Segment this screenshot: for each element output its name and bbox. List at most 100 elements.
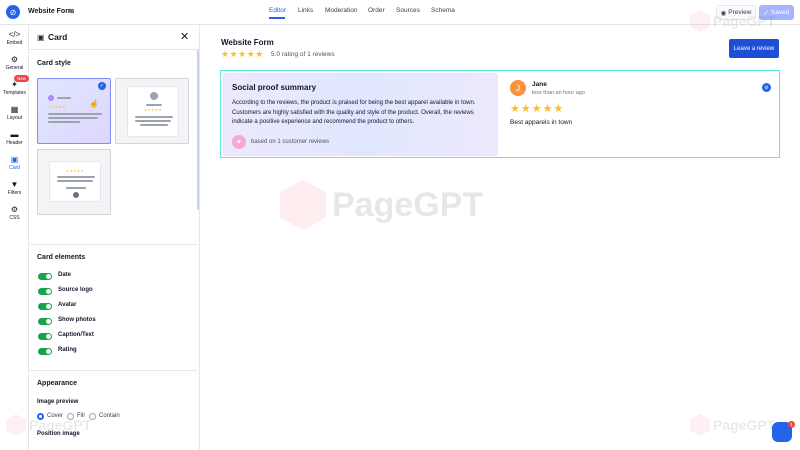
rail-item-card[interactable]: ▣ Card — [0, 155, 29, 171]
mini-line — [48, 113, 102, 115]
radio-label: Contain — [99, 413, 120, 419]
card-icon: ▣ — [37, 33, 45, 42]
toggle-switch[interactable] — [38, 288, 52, 295]
code-icon: </> — [8, 30, 21, 39]
chat-badge: 1 — [788, 421, 795, 428]
toggle-label: Date — [58, 272, 72, 278]
review-stars-icon: ★★★★★ — [510, 103, 565, 115]
rail-item-templates[interactable]: ✦ Templates — [0, 80, 29, 96]
toggle-rating[interactable]: Rating — [37, 347, 187, 356]
toggle-avatar[interactable]: Avatar — [37, 302, 187, 311]
rail-label: Layout — [6, 115, 22, 121]
card-icon: ▣ — [10, 155, 19, 164]
watermark-logo-icon — [280, 180, 326, 230]
app-logo-icon[interactable]: ⊘ — [6, 5, 20, 19]
pencil-icon[interactable]: ✎ — [68, 8, 74, 16]
toggle-switch[interactable] — [38, 303, 52, 310]
tab-links[interactable]: Links — [298, 7, 313, 14]
summary-card: Social proof summary According to the re… — [223, 73, 498, 156]
leave-review-button[interactable]: Leave a review — [729, 39, 779, 58]
rail-label: Header — [6, 140, 23, 146]
tab-schema[interactable]: Schema — [431, 7, 455, 14]
gear-icon: ⚙ — [10, 205, 19, 214]
mini-line — [57, 176, 95, 178]
rail-item-layout[interactable]: ▦ Layout — [0, 105, 29, 121]
heart-icon: ♥ — [232, 135, 246, 149]
summary-footer: based on 1 customer reviews — [251, 139, 330, 145]
mini-stars: ★★★★★ — [48, 105, 67, 109]
top-bar: ⊘ Website Form ✎ Editor Links Moderation… — [0, 0, 800, 25]
watermark-text: PageGPT — [713, 13, 776, 29]
toggle-label: Avatar — [58, 302, 77, 308]
active-tab-indicator — [269, 17, 285, 19]
mini-line — [57, 97, 71, 99]
review-card[interactable]: J Jane less than an hour ago ★★★★★ Best … — [503, 73, 778, 156]
source-logo-icon: ⊘ — [762, 83, 771, 92]
mini-stars: ★★★★★ — [144, 108, 163, 112]
gear-icon: ⚙ — [10, 55, 19, 64]
rail-item-css[interactable]: ⚙ CSS — [0, 205, 29, 221]
review-text: Best apparels in town — [510, 119, 573, 126]
card-style-title: Card style — [37, 60, 71, 67]
watermark-logo-icon — [6, 414, 26, 436]
summary-title: Social proof summary — [232, 83, 317, 92]
watermark-text: PageGPT — [29, 417, 92, 433]
rail-label: Templates — [3, 90, 26, 96]
watermark-small: PageGPT — [690, 414, 775, 436]
toggle-label: Source logo — [58, 287, 93, 293]
card-style-option-2[interactable]: ★★★★★ — [115, 78, 189, 144]
rating-summary: 5.0 rating of 1 reviews — [271, 51, 335, 58]
image-preview-label: Image preview — [37, 399, 79, 405]
tab-sources[interactable]: Sources — [396, 7, 420, 14]
rail-item-filters[interactable]: ▼ Filters — [0, 180, 29, 196]
mini-avatar — [73, 192, 79, 198]
watermark-small: PageGPT — [6, 414, 91, 436]
mini-avatar — [48, 95, 54, 101]
toggle-label: Rating — [58, 347, 77, 353]
toggle-switch[interactable] — [38, 318, 52, 325]
mini-line — [66, 187, 86, 189]
toggle-switch[interactable] — [38, 348, 52, 355]
panel-header: ▣ Card ✕ — [29, 25, 199, 50]
toggle-label: Show photos — [58, 317, 96, 323]
tab-editor[interactable]: Editor — [269, 7, 286, 14]
toggle-switch[interactable] — [38, 273, 52, 280]
rating-stars-icon: ★★★★★ — [221, 49, 264, 59]
toggle-source-logo[interactable]: Source logo — [37, 287, 187, 296]
grid-icon: ▦ — [10, 105, 19, 114]
toggle-show-photos[interactable]: Show photos — [37, 317, 187, 326]
mini-stars: ★★★★★ — [66, 169, 85, 173]
rail-item-general[interactable]: ⚙ General — [0, 55, 29, 71]
widget-title: Website Form — [221, 38, 274, 47]
tab-moderation[interactable]: Moderation — [325, 7, 358, 14]
card-style-option-3[interactable]: ★★★★★ — [37, 149, 111, 215]
watermark-text: PageGPT — [332, 185, 484, 224]
section-divider — [29, 244, 197, 245]
watermark-logo-icon — [690, 10, 710, 32]
mini-line — [48, 117, 98, 119]
toggle-date[interactable]: Date — [37, 272, 187, 281]
rail-label: Embed — [6, 40, 23, 46]
rail-label: Card — [9, 165, 20, 171]
watermark: PageGPT — [280, 180, 483, 230]
rail-label: CSS — [9, 215, 20, 221]
mini-line — [140, 124, 168, 126]
toggle-caption-text[interactable]: Caption/Text — [37, 332, 187, 341]
rail-label: Filters — [7, 190, 22, 196]
rail-item-embed[interactable]: </> Embed — [0, 30, 29, 46]
watermark-logo-icon — [690, 414, 710, 436]
mini-line — [57, 180, 93, 182]
summary-body: According to the reviews, the product is… — [232, 100, 476, 125]
card-style-option-1[interactable]: ✓ ★★★★★ ☝ — [37, 78, 111, 144]
rail-item-header[interactable]: ▬ Header — [0, 130, 29, 146]
toggle-switch[interactable] — [38, 333, 52, 340]
preview-canvas: PageGPT Website Form ★★★★★ 5.0 rating of… — [200, 25, 800, 450]
close-icon[interactable]: ✕ — [180, 30, 189, 43]
card-elements-title: Card elements — [37, 254, 86, 261]
widget-frame: Social proof summary According to the re… — [220, 70, 780, 158]
scrollbar[interactable] — [197, 50, 199, 210]
card-settings-panel: ▣ Card ✕ Card style ✓ ★★★★★ ☝ ★★★★★ ★★★★… — [29, 25, 200, 450]
watermark-text: PageGPT — [713, 417, 776, 433]
header-icon: ▬ — [10, 130, 19, 139]
tab-order[interactable]: Order — [368, 7, 385, 14]
